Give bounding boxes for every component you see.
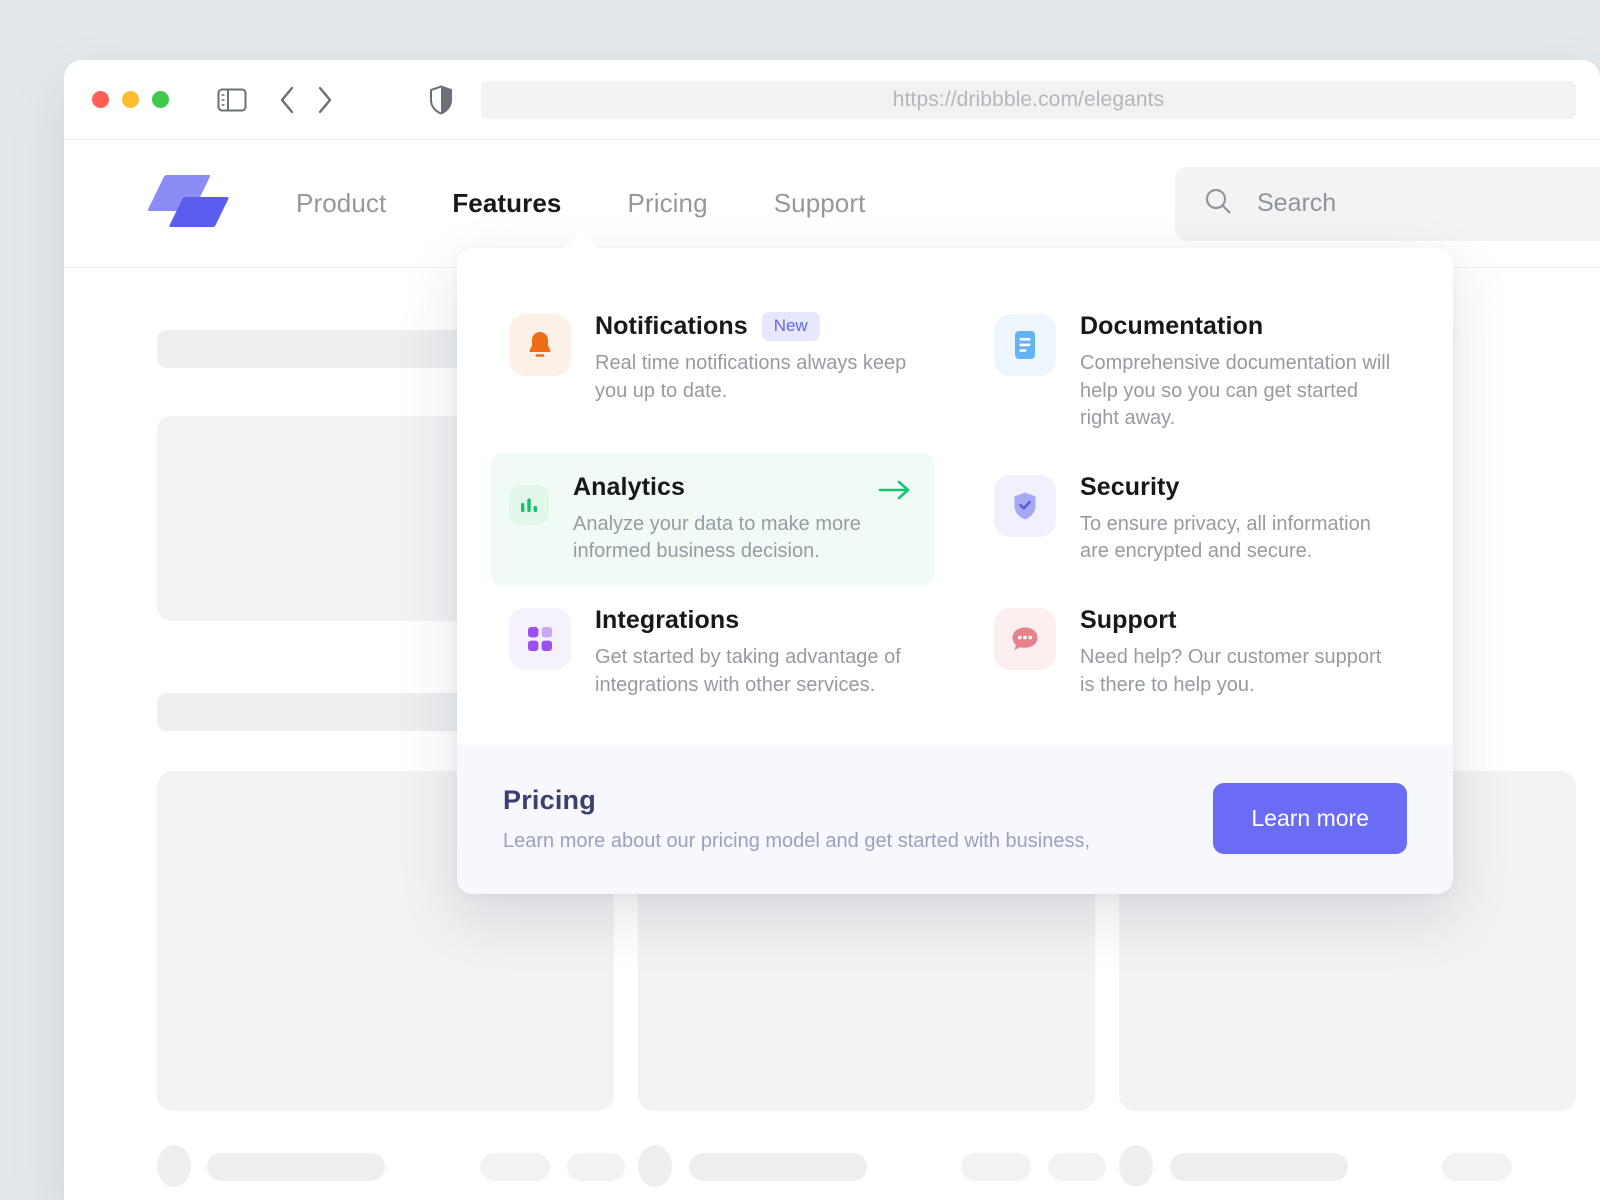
menu-item-notifications[interactable]: Notifications New Real time notification… xyxy=(491,292,934,453)
bar-chart-icon xyxy=(509,484,549,525)
skeleton-avatar xyxy=(1119,1145,1153,1187)
menu-item-description: Comprehensive documentation will help yo… xyxy=(1080,352,1391,430)
menu-item-description: To ensure privacy, all information are e… xyxy=(1080,512,1371,563)
pricing-promo-bar: Pricing Learn more about our pricing mod… xyxy=(457,745,1453,895)
skeleton-pill xyxy=(1442,1153,1512,1181)
skeleton-pill xyxy=(961,1153,1031,1181)
document-icon xyxy=(994,314,1056,376)
forward-chevron-icon[interactable] xyxy=(315,85,335,115)
shield-check-icon xyxy=(994,474,1056,537)
close-window-button[interactable] xyxy=(92,91,109,108)
menu-item-title: Analytics xyxy=(573,472,686,501)
menu-item-documentation[interactable]: Documentation Comprehensive documentatio… xyxy=(976,292,1419,453)
skeleton-avatar xyxy=(157,1145,191,1187)
skeleton-pill xyxy=(480,1153,550,1181)
menu-item-description: Real time notifications always keep you … xyxy=(595,352,907,402)
nav-item-pricing[interactable]: Pricing xyxy=(628,188,708,219)
menu-item-title: Integrations xyxy=(595,605,740,634)
search-icon xyxy=(1203,186,1233,221)
menu-item-analytics[interactable]: Analytics Analyze your data to make more… xyxy=(491,452,934,586)
skeleton-pill xyxy=(567,1153,625,1181)
features-dropdown-menu: Notifications New Real time notification… xyxy=(457,231,1453,895)
main-navigation: Product Features Pricing Support xyxy=(296,188,865,219)
sidebar-toggle-icon[interactable] xyxy=(217,87,247,113)
nav-item-features[interactable]: Features xyxy=(452,188,561,219)
address-bar[interactable]: https://dribbble.com/elegants xyxy=(481,80,1576,119)
maximize-window-button[interactable] xyxy=(152,91,169,108)
skeleton-pill xyxy=(1048,1153,1106,1181)
menu-item-description: Get started by taking advantage of integ… xyxy=(595,645,901,696)
bell-icon xyxy=(509,314,571,376)
nav-item-support[interactable]: Support xyxy=(774,188,866,219)
arrow-right-icon[interactable] xyxy=(878,479,912,506)
browser-window: https://dribbble.com/elegants Product Fe… xyxy=(64,60,1600,1200)
menu-item-support[interactable]: Support Need help? Our customer support … xyxy=(976,586,1419,719)
nav-item-product[interactable]: Product xyxy=(296,188,386,219)
browser-toolbar: https://dribbble.com/elegants xyxy=(64,60,1600,140)
menu-item-title: Documentation xyxy=(1080,312,1264,340)
pricing-subtitle: Learn more about our pricing model and g… xyxy=(503,829,1091,852)
status-badge: New xyxy=(761,312,820,341)
menu-item-title: Support xyxy=(1080,605,1177,634)
menu-item-description: Analyze your data to make more informed … xyxy=(573,512,861,563)
menu-item-description: Need help? Our customer support is there… xyxy=(1080,645,1382,696)
skeleton-bar xyxy=(689,1153,867,1181)
menu-item-title: Security xyxy=(1080,472,1180,501)
minimize-window-button[interactable] xyxy=(122,91,139,108)
skeleton-bar xyxy=(1170,1153,1348,1181)
skeleton-bar xyxy=(207,1153,385,1181)
search-input[interactable]: Search xyxy=(1175,166,1600,241)
search-placeholder: Search xyxy=(1257,189,1337,217)
traffic-lights xyxy=(92,91,169,108)
shield-privacy-icon[interactable] xyxy=(429,84,453,115)
pricing-promo-text: Pricing Learn more about our pricing mod… xyxy=(503,785,1189,853)
back-chevron-icon[interactable] xyxy=(277,85,297,115)
url-text: https://dribbble.com/elegants xyxy=(892,87,1165,111)
menu-item-security[interactable]: Security To ensure privacy, all informat… xyxy=(976,453,1419,586)
grid-squares-icon xyxy=(509,607,571,670)
skeleton-avatar xyxy=(638,1145,672,1187)
dropdown-caret-icon xyxy=(562,231,600,250)
dropdown-items-grid: Notifications New Real time notification… xyxy=(457,248,1453,745)
menu-item-title: Notifications xyxy=(595,312,748,340)
elegants-logo-icon[interactable] xyxy=(147,173,230,235)
menu-item-integrations[interactable]: Integrations Get started by taking advan… xyxy=(491,586,934,719)
learn-more-button[interactable]: Learn more xyxy=(1213,783,1407,855)
pricing-title: Pricing xyxy=(503,784,596,815)
chat-bubble-icon xyxy=(994,607,1056,670)
